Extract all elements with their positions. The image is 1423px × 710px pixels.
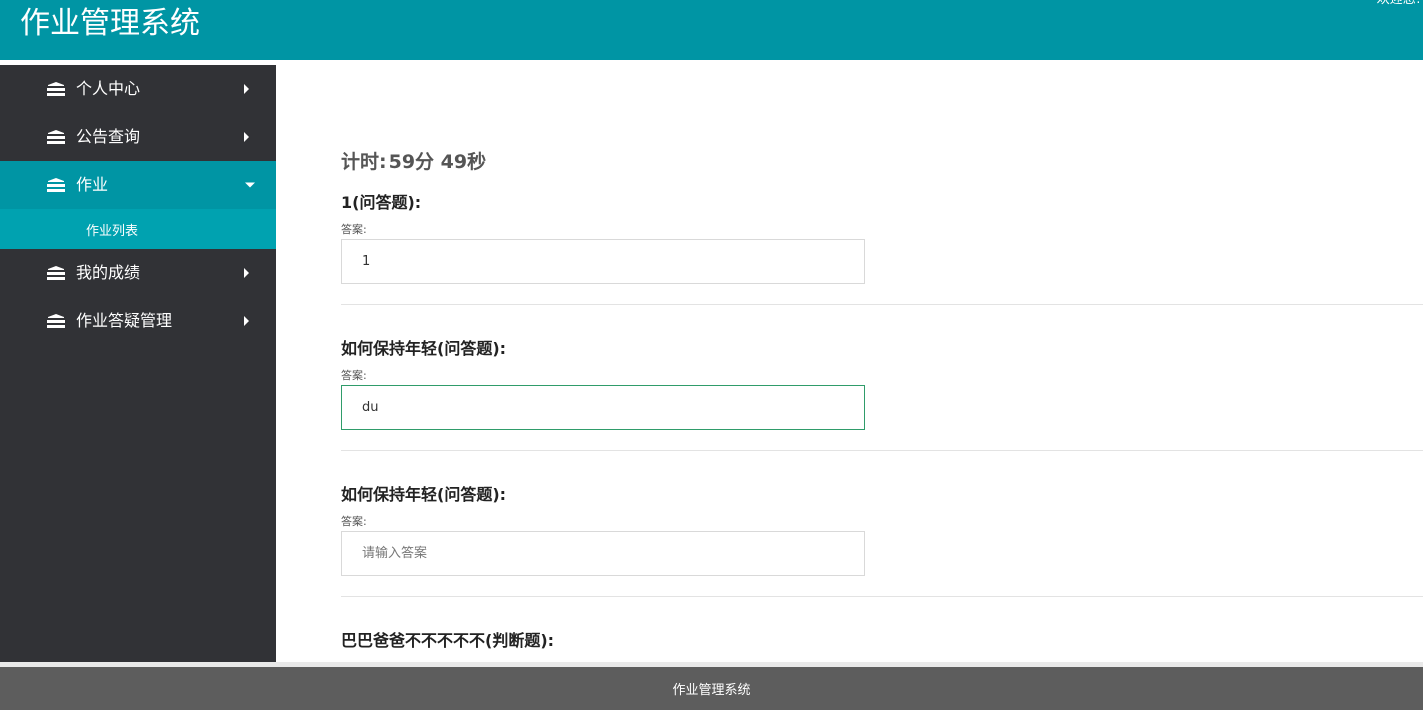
divider (341, 596, 1423, 597)
question-block: 巴巴爸爸不不不不不(判断题): (341, 631, 1423, 651)
sidebar-item-label: 公告查询 (76, 127, 141, 146)
question-block: 如何保持年轻(问答题): 答案: (341, 485, 1423, 597)
timer: 计时: 59分 49秒 (341, 150, 486, 174)
question-title: 如何保持年轻(问答题): (341, 339, 507, 358)
timer-label: 计时: (341, 151, 387, 173)
answer-label: 答案: (341, 223, 367, 236)
stack-icon (47, 314, 65, 328)
caret-right-icon (244, 132, 249, 142)
footer-text: 作业管理系统 (672, 683, 751, 698)
answer-input[interactable] (341, 531, 865, 576)
welcome-text: 欢迎您! (1377, 0, 1421, 8)
sidebar-item-qa-management[interactable]: 作业答疑管理 (0, 297, 276, 345)
question-block: 1(问答题): 答案: (341, 193, 1423, 305)
answer-label: 答案: (341, 369, 367, 382)
caret-right-icon (244, 316, 249, 326)
question-block: 如何保持年轻(问答题): 答案: (341, 339, 1423, 451)
divider (341, 450, 1423, 451)
question-title: 1(问答题): (341, 193, 422, 212)
sidebar-subitem-homework-list[interactable]: 作业列表 (0, 209, 276, 249)
answer-input[interactable] (341, 239, 865, 284)
main-content: 计时:59分 49秒 1(问答题): 答案: 如何保持年轻(问答题): 答案: … (276, 60, 1423, 662)
stack-icon (47, 266, 65, 280)
sidebar-item-grades[interactable]: 我的成绩 (0, 249, 276, 297)
sidebar-item-label: 个人中心 (76, 79, 141, 98)
caret-right-icon (244, 268, 249, 278)
stack-icon (47, 178, 65, 192)
footer: 作业管理系统 (0, 662, 1423, 710)
sidebar-item-label: 作业答疑管理 (76, 311, 173, 330)
sidebar-item-profile[interactable]: 个人中心 (0, 65, 276, 113)
timer-value: 59分 49秒 (388, 151, 487, 173)
app-title: 作业管理系统 (20, 6, 200, 41)
stack-icon (47, 130, 65, 144)
sidebar: 个人中心 公告查询 作业 作业列表 我的成绩 作业答疑管理 (0, 65, 276, 662)
question-title: 如何保持年轻(问答题): (341, 485, 507, 504)
answer-label: 答案: (341, 515, 367, 528)
answer-input[interactable] (341, 385, 865, 430)
stack-icon (47, 82, 65, 96)
header-bar: 作业管理系统 欢迎您! (0, 0, 1423, 60)
caret-right-icon (244, 84, 249, 94)
question-title: 巴巴爸爸不不不不不(判断题): (341, 631, 555, 650)
sidebar-item-homework[interactable]: 作业 (0, 161, 276, 209)
footer-bar: 作业管理系统 (0, 667, 1423, 710)
sidebar-item-label: 作业 (76, 175, 109, 194)
divider (341, 304, 1423, 305)
caret-down-icon (245, 182, 255, 188)
sidebar-item-announcements[interactable]: 公告查询 (0, 113, 276, 161)
sidebar-item-label: 我的成绩 (76, 263, 141, 282)
